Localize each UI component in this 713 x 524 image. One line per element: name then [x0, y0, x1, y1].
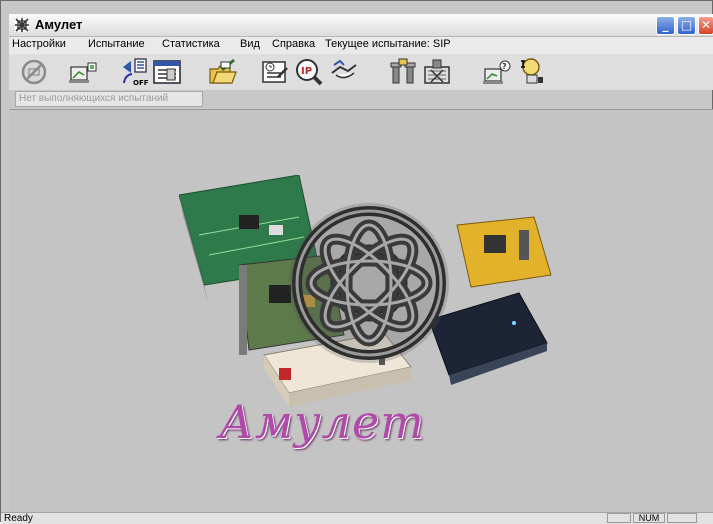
status-bar: Ready NUM	[1, 512, 713, 524]
toolbar: OFF IP ?	[9, 54, 713, 90]
minimize-button[interactable]: _	[656, 16, 675, 35]
app-logo-text: Амулет	[219, 395, 425, 449]
folder-icon[interactable]	[208, 57, 238, 87]
off-label: OFF	[133, 79, 149, 87]
app-icon	[15, 18, 29, 32]
menu-test[interactable]: Испытание	[88, 38, 145, 50]
menu-bar: Настройки Испытание Статистика Вид Справ…	[9, 37, 713, 54]
menu-view[interactable]: Вид	[240, 38, 260, 50]
celtic-knot-emblem	[289, 203, 449, 363]
off-icon[interactable]: OFF	[120, 57, 150, 87]
menu-settings[interactable]: Настройки	[12, 38, 66, 50]
menu-help[interactable]: Справка	[272, 38, 315, 50]
client-area: Амулет	[9, 109, 713, 512]
menu-statistics[interactable]: Статистика	[162, 38, 220, 50]
external-device-image	[428, 292, 548, 385]
clock-icon[interactable]	[260, 57, 290, 87]
close-button[interactable]: ✕	[698, 16, 713, 35]
menu-current-test[interactable]: Текущее испытание: SIP	[325, 38, 451, 50]
handshake-icon[interactable]	[330, 57, 360, 87]
computer-icon[interactable]	[68, 57, 98, 87]
ip-label: IP	[301, 66, 312, 77]
stop-icon[interactable]	[19, 57, 49, 87]
status-ready-text: Ready	[4, 513, 33, 524]
ip-search-icon[interactable]: IP	[294, 57, 324, 87]
network-icon[interactable]: ?	[482, 57, 512, 87]
pcie-card-image	[456, 216, 552, 288]
maximize-button[interactable]: □	[677, 16, 696, 35]
window-title: Амулет	[35, 17, 83, 32]
app-window: Амулет _ □ ✕ Настройки Испытание Статист…	[0, 0, 713, 524]
hardware-icon[interactable]	[422, 57, 452, 87]
report-icon[interactable]	[152, 57, 182, 87]
test-status-field: Нет выполняющихся испытаний	[15, 91, 203, 107]
title-bar[interactable]: Амулет _ □ ✕	[9, 14, 713, 37]
ethernet-icon[interactable]	[516, 57, 546, 87]
tools-icon[interactable]	[388, 57, 418, 87]
svg-text:?: ?	[502, 62, 507, 71]
hardware-illustration	[179, 175, 552, 407]
